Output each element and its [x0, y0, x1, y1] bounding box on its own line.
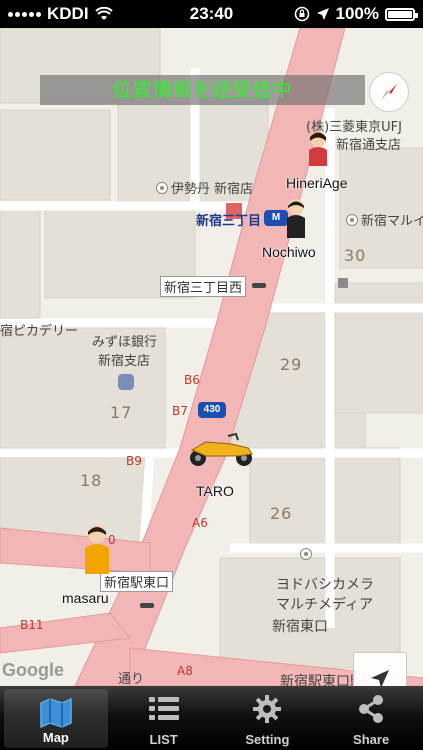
poi-isetan-label: 伊勢丹 新宿店: [171, 182, 254, 197]
block-number: 29: [280, 355, 303, 374]
battery-percent: 100%: [335, 4, 379, 23]
map-icon: [40, 697, 72, 729]
tab-share[interactable]: Share: [319, 686, 423, 750]
poi-bottom[interactable]: 新宿駅東口駐: [280, 671, 364, 686]
user-label-nochiwo[interactable]: Nochiwo: [262, 244, 316, 260]
user-avatar-hineri[interactable]: [303, 128, 333, 170]
poi-icon: [346, 214, 358, 226]
tab-share-label: Share: [353, 732, 390, 747]
share-icon: [359, 695, 384, 723]
user-label-taro[interactable]: TARO: [196, 483, 234, 499]
block-number: 26: [270, 504, 293, 523]
user-label-masaru[interactable]: masaru: [62, 590, 109, 606]
user-avatar-masaru[interactable]: [80, 522, 114, 576]
traffic-signal-icon: [140, 603, 154, 608]
poi-yodobashi-2[interactable]: マルチメディア: [276, 594, 373, 614]
user-avatar-nochiwo[interactable]: [282, 196, 310, 240]
road-code: A8: [177, 664, 193, 678]
compass-icon: [381, 84, 397, 100]
battery-icon: [385, 7, 418, 21]
poi-mufg-branch[interactable]: 新宿通支店: [336, 134, 401, 153]
poi-icon: [156, 182, 168, 194]
poi-mizuho[interactable]: みずほ銀行: [92, 331, 157, 350]
status-bar: KDDI 23:40 100%: [0, 0, 423, 28]
poi-yodobashi-3[interactable]: 新宿東口: [272, 616, 328, 636]
gear-icon: [253, 695, 282, 723]
poi-isetan[interactable]: 伊勢丹 新宿店: [156, 178, 253, 197]
current-location-button[interactable]: [353, 652, 407, 686]
compass-button[interactable]: [369, 72, 409, 112]
status-banner: 位置情報を送受信中: [40, 75, 365, 105]
user-label-hineri[interactable]: HineriAge: [286, 175, 347, 191]
block-number: 17: [110, 403, 133, 422]
route-shield: 430: [198, 402, 226, 418]
tab-map[interactable]: Map: [4, 689, 108, 748]
station-label[interactable]: 新宿三丁目: [196, 210, 261, 229]
list-icon: [148, 697, 179, 720]
poi-icon: [300, 548, 312, 560]
location-arrow-icon: [371, 670, 389, 686]
road-code: A6: [192, 516, 208, 530]
block-number: 18: [80, 471, 103, 490]
road-code: B11: [20, 618, 44, 632]
user-avatar-taro[interactable]: [186, 432, 256, 468]
street-label: 通り: [118, 672, 145, 686]
signal-icon: [8, 11, 41, 17]
tab-list-label: LIST: [149, 732, 178, 747]
carrier-label: KDDI: [47, 4, 89, 23]
wifi-icon: [94, 7, 113, 20]
poi-mizuho-branch[interactable]: 新宿支店: [98, 350, 150, 369]
poi-marui-label: 新宿マルイ・: [361, 214, 423, 229]
tab-setting-label: Setting: [245, 732, 290, 747]
intersection-label[interactable]: 新宿三丁目西: [160, 276, 247, 297]
map-view[interactable]: (株)三菱東京UFJ 新宿通支店 伊勢丹 新宿店 新宿三丁目 M 新宿マルイ・ …: [0, 28, 423, 686]
road-code: B6: [184, 373, 200, 387]
google-logo: Google: [2, 660, 64, 680]
tab-setting[interactable]: Setting: [216, 686, 320, 750]
block-number: 30: [344, 246, 367, 265]
traffic-signal-icon: [252, 283, 266, 288]
poi-icon: [300, 548, 315, 563]
rotation-lock-icon: [294, 6, 309, 22]
poi-piccadilly[interactable]: 宿ピカデリー: [0, 320, 78, 339]
road-code: B9: [126, 454, 142, 468]
location-arrow-icon: [316, 8, 329, 20]
tab-list[interactable]: LIST: [112, 686, 216, 750]
bank-icon: [118, 374, 134, 390]
road-code: B7: [172, 404, 188, 418]
tab-bar: Map LIST Setting Share: [0, 686, 423, 750]
poi-yodobashi-1[interactable]: ヨドバシカメラ: [276, 574, 374, 594]
tab-map-label: Map: [42, 730, 69, 745]
poi-marui[interactable]: 新宿マルイ・: [346, 210, 423, 229]
